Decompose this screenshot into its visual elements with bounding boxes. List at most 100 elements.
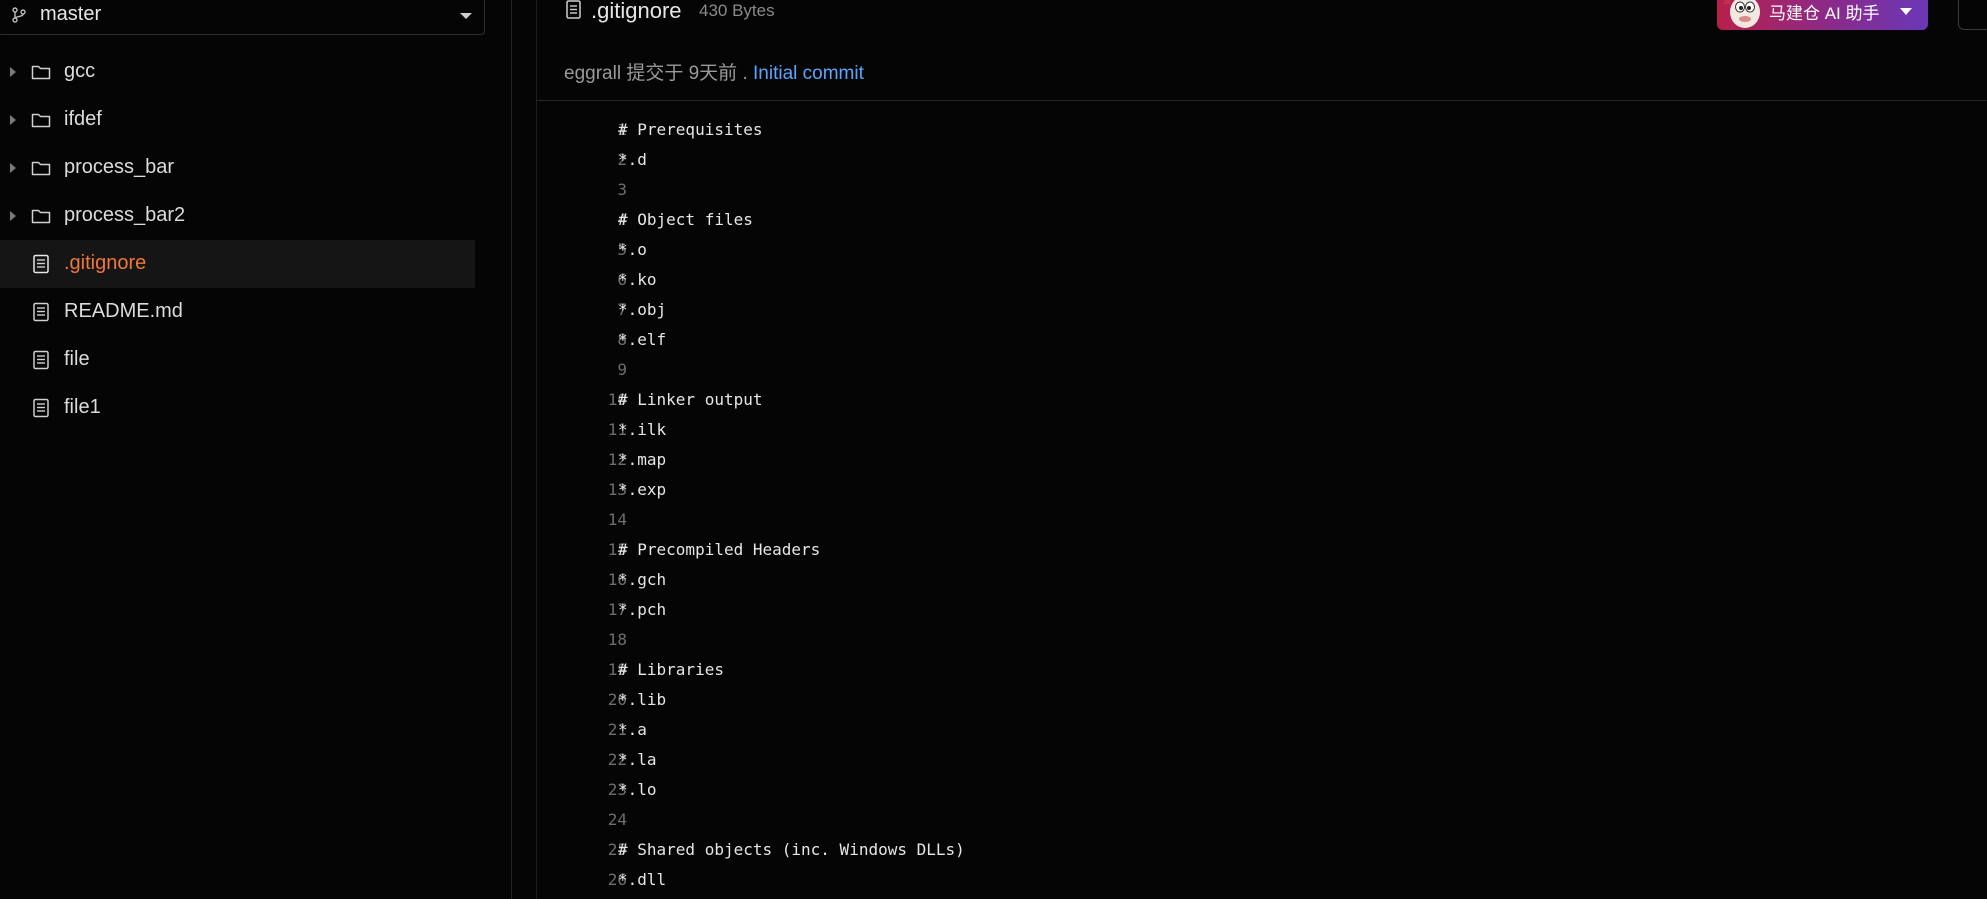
line-number[interactable]: 18 (537, 630, 627, 649)
tree-folder-item[interactable]: process_bar (0, 144, 475, 192)
folder-icon (31, 113, 51, 128)
line-content: # Shared objects (inc. Windows DLLs) (618, 840, 965, 859)
code-line: 5 *.o (537, 233, 1987, 263)
line-content: *.map (618, 450, 667, 469)
line-number[interactable]: 10 (537, 390, 627, 409)
code-line: 12 *.map (537, 443, 1987, 473)
tree-item-label: file (64, 348, 90, 370)
line-content: *.obj (618, 300, 667, 319)
folder-icon (31, 161, 51, 176)
tree-item-label: gcc (64, 60, 96, 82)
git-branch-icon (12, 7, 26, 23)
line-number[interactable]: 22 (537, 750, 627, 769)
tree-file-item[interactable]: file1 (0, 384, 475, 432)
line-number[interactable]: 14 (537, 510, 627, 529)
line-number[interactable]: 20 (537, 690, 627, 709)
line-content: # Prerequisites (618, 120, 763, 139)
line-number[interactable]: 24 (537, 810, 627, 829)
line-content: *.exp (618, 480, 667, 499)
tree-folder-item[interactable]: process_bar2 (0, 192, 475, 240)
code-line: 4 # Object files (537, 203, 1987, 233)
line-number[interactable]: 16 (537, 570, 627, 589)
chevron-right-icon[interactable] (10, 67, 16, 77)
file-text-icon (33, 254, 49, 274)
code-line: 9 (537, 353, 1987, 383)
last-commit-info: eggrall 提交于 9天前 . Initial commit (564, 58, 864, 85)
tree-item-label: process_bar (64, 156, 175, 178)
line-number[interactable]: 4 (537, 210, 627, 229)
code-line: 6 *.ko (537, 263, 1987, 293)
file-tree: gcc ifdef process_bar process_bar2 .gitignor… (0, 48, 475, 432)
line-number[interactable]: 21 (537, 720, 627, 739)
code-line: 13 *.exp (537, 473, 1987, 503)
file-text-icon (33, 302, 49, 322)
code-line: 19 # Libraries (537, 653, 1987, 683)
folder-icon (31, 209, 51, 224)
line-content: # Object files (618, 210, 753, 229)
chevron-down-icon (1900, 8, 1912, 15)
file-text-icon (33, 350, 49, 370)
line-number[interactable]: 8 (537, 330, 627, 349)
chevron-right-icon[interactable] (10, 211, 16, 221)
line-content: *.dll (618, 870, 667, 889)
code-line: 20 *.lib (537, 683, 1987, 713)
chevron-right-icon[interactable] (10, 163, 16, 173)
tree-folder-item[interactable]: gcc (0, 48, 475, 96)
tree-folder-item[interactable]: ifdef (0, 96, 475, 144)
branch-selector[interactable]: master (0, 0, 485, 35)
line-content: *.elf (618, 330, 667, 349)
code-line: 17 *.pch (537, 593, 1987, 623)
line-content: *.la (618, 750, 657, 769)
ai-assistant-button[interactable]: 马建仓 AI 助手 (1717, 0, 1928, 30)
branch-name: master (40, 3, 102, 25)
line-number[interactable]: 23 (537, 780, 627, 799)
line-number[interactable]: 7 (537, 300, 627, 319)
line-content: # Linker output (618, 390, 763, 409)
tree-file-item[interactable]: .gitignore (0, 240, 475, 288)
line-number[interactable]: 17 (537, 600, 627, 619)
file-text-icon (566, 0, 581, 19)
line-number[interactable]: 6 (537, 270, 627, 289)
line-content: *.lo (618, 780, 657, 799)
line-content: *.a (618, 720, 647, 739)
tree-file-item[interactable]: file (0, 336, 475, 384)
line-number[interactable]: 11 (537, 420, 627, 439)
code-line: 1 # Prerequisites (537, 113, 1987, 143)
line-number[interactable]: 1 (537, 120, 627, 139)
tree-item-label: process_bar2 (64, 204, 186, 226)
line-number[interactable]: 15 (537, 540, 627, 559)
line-number[interactable]: 5 (537, 240, 627, 259)
tree-item-label: file1 (64, 396, 101, 418)
code-line: 26 *.dll (537, 863, 1987, 893)
code-line: 24 (537, 803, 1987, 833)
line-number[interactable]: 25 (537, 840, 627, 859)
file-header: .gitignore 430 Bytes eggrall 提交于 9天前 . I… (537, 0, 1987, 101)
code-view: 1 # Prerequisites 2 *.d 3 4 # Object files 5 *.o… (537, 113, 1987, 893)
code-line: 22 *.la (537, 743, 1987, 773)
line-number[interactable]: 12 (537, 450, 627, 469)
tree-file-item[interactable]: README.md (0, 288, 475, 336)
chevron-right-icon[interactable] (10, 115, 16, 125)
folder-icon (31, 65, 51, 80)
code-line: 23 *.lo (537, 773, 1987, 803)
code-line: 3 (537, 173, 1987, 203)
tree-item-label: .gitignore (64, 252, 147, 274)
line-number[interactable]: 2 (537, 150, 627, 169)
line-number[interactable]: 19 (537, 660, 627, 679)
file-size: 430 Bytes (699, 1, 775, 20)
line-content: *.o (618, 240, 647, 259)
line-number[interactable]: 13 (537, 480, 627, 499)
code-line: 21 *.a (537, 713, 1987, 743)
code-line: 15 # Precompiled Headers (537, 533, 1987, 563)
code-line: 2 *.d (537, 143, 1987, 173)
tree-item-label: README.md (64, 300, 183, 322)
line-content: *.ko (618, 270, 657, 289)
line-content: *.lib (618, 690, 667, 709)
code-line: 8 *.elf (537, 323, 1987, 353)
more-button[interactable] (1958, 0, 1987, 30)
line-number[interactable]: 26 (537, 870, 627, 889)
tree-item-label: ifdef (64, 108, 102, 130)
line-number[interactable]: 9 (537, 360, 627, 379)
line-number[interactable]: 3 (537, 180, 627, 199)
commit-message-link[interactable]: Initial commit (753, 63, 864, 84)
